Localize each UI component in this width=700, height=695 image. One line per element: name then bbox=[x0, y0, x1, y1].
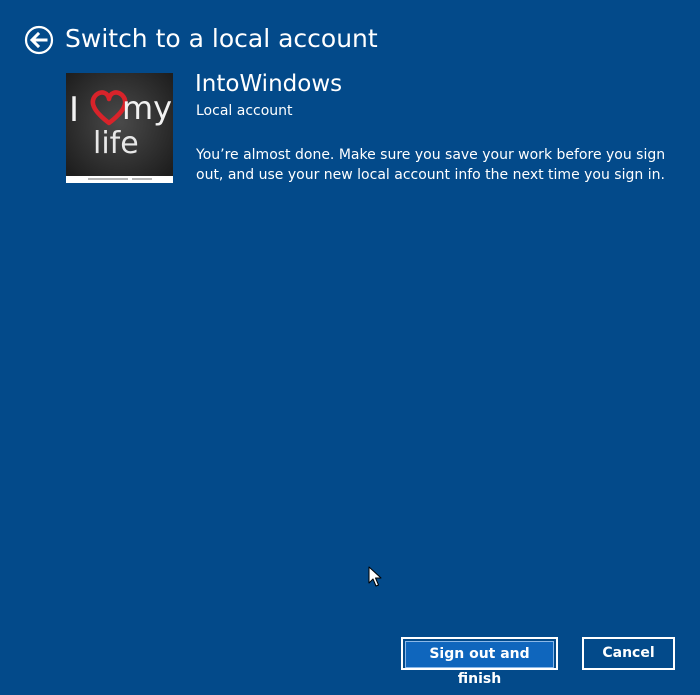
back-button[interactable] bbox=[24, 25, 54, 55]
sign-out-and-finish-button[interactable]: Sign out and finish bbox=[401, 637, 558, 687]
page-title: Switch to a local account bbox=[65, 24, 378, 53]
mouse-pointer-icon bbox=[368, 566, 382, 587]
avatar: I my life bbox=[66, 73, 173, 183]
account-type: Local account bbox=[196, 103, 293, 119]
avatar-text-i: I bbox=[69, 90, 79, 130]
avatar-text-life: life bbox=[93, 126, 139, 161]
sign-out-and-finish-label: Sign out and finish bbox=[405, 641, 554, 687]
account-name: IntoWindows bbox=[195, 71, 343, 97]
info-message: You’re almost done. Make sure you save y… bbox=[196, 147, 666, 183]
avatar-text-my: my bbox=[122, 89, 172, 127]
arrow-left-circle-icon bbox=[24, 25, 54, 55]
cancel-button[interactable]: Cancel bbox=[582, 637, 675, 670]
